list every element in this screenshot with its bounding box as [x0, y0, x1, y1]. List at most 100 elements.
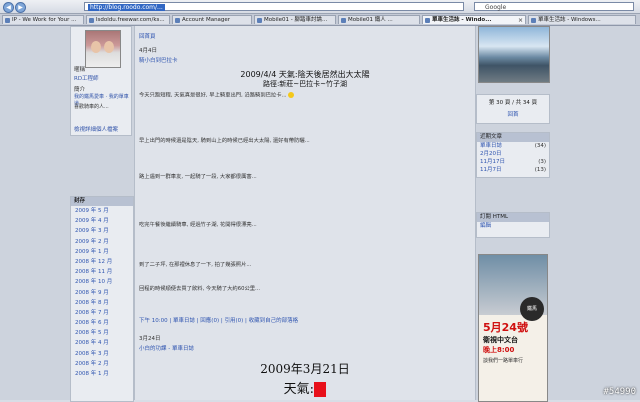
ad-channel: 衛視中文台 [483, 336, 518, 344]
post-paragraph: 回程的時候順便去買了飲料, 今天騎了大約60公里... [139, 286, 261, 292]
archive-item[interactable]: 2008 年 7 月 [71, 308, 133, 318]
profile-intro: 喜歡騎車的人... [74, 104, 109, 110]
home-link-right[interactable]: 回首 [477, 106, 549, 118]
recent-label: 單車日誌 [480, 143, 503, 149]
recent-label: 2月20日 [480, 151, 502, 157]
tab-3[interactable]: Account Manager [172, 15, 252, 24]
recent-count: (13) [534, 167, 546, 173]
watermark: #54990 [603, 387, 636, 397]
tab-7[interactable]: 單車生活誌 - Windows... [528, 15, 636, 24]
weather-highlight: ■ [314, 382, 327, 397]
archive-item[interactable]: 2008 年 1 月 [71, 369, 133, 379]
tv-ad-banner[interactable]: 鐵馬 5月24號 衛視中文台 晚上8:00 談我們一路單車行 [478, 254, 548, 402]
profile-photo[interactable] [85, 30, 121, 68]
weather-label: 天氣: [283, 382, 315, 397]
tab-5[interactable]: Mobile01 鐵人 ... [338, 15, 420, 24]
friends-title: 簡介 [74, 87, 86, 93]
post-route: 路徑:新莊~巴拉卡~竹子湖 [262, 80, 348, 88]
archive-item[interactable]: 2008 年 12 月 [71, 257, 133, 267]
back-button[interactable]: ◀ [3, 2, 14, 13]
post2-date: 3月24日 [139, 336, 161, 342]
pager-box: 第 30 頁 / 共 34 頁 回首 [476, 94, 550, 124]
recent-label: 11月17日 [480, 159, 505, 165]
favicon-icon [425, 18, 430, 23]
archive-item[interactable]: 2009 年 5 月 [71, 206, 133, 216]
smiley-icon [288, 92, 295, 98]
archive-item[interactable]: 2008 年 3 月 [71, 349, 133, 359]
recent-item[interactable]: 單車日誌 (34) [477, 142, 549, 150]
post2-sublink[interactable]: 小白的功課 - 單車日誌 [139, 344, 194, 352]
post-date: 4月4日 [139, 48, 157, 54]
recent-item[interactable]: 2月20日 [477, 150, 549, 158]
paragraph-text: 今天只跑短程, 天氣真是很好, 早上騎車出門, 沿路騎到巴拉卡... [139, 92, 287, 99]
favicon-icon [89, 18, 94, 23]
archive-item[interactable]: 2008 年 2 月 [71, 359, 133, 369]
archive-item[interactable]: 2008 年 11 月 [71, 267, 133, 277]
home-link[interactable]: 回首頁 [139, 32, 156, 40]
archive-item[interactable]: 2008 年 10 月 [71, 277, 133, 287]
archive-box: 封存 2009 年 5 月 2009 年 4 月 2009 年 3 月 2009… [70, 196, 134, 402]
archive-title: 封存 [71, 197, 133, 206]
recent-count: (3) [538, 159, 546, 165]
tab-label: Mobile01 - 腳踏車討論... [264, 17, 328, 23]
archive-list: 2009 年 5 月 2009 年 4 月 2009 年 3 月 2009 年 … [71, 206, 133, 379]
profile-name: 暱稱 [74, 67, 86, 73]
post-paragraph: 今天只跑短程, 天氣真是很好, 早上騎車出門, 沿路騎到巴拉卡... [139, 92, 469, 99]
archive-item[interactable]: 2009 年 1 月 [71, 247, 133, 257]
archive-item[interactable]: 2008 年 9 月 [71, 288, 133, 298]
archive-item[interactable]: 2008 年 4 月 [71, 338, 133, 348]
ad-tagline: 談我們一路單車行 [483, 358, 524, 364]
recent-count: (34) [534, 143, 546, 149]
tab-label: 單車生活誌 - Windo... [432, 17, 492, 23]
favicon-icon [531, 18, 536, 23]
archive-item[interactable]: 2009 年 3 月 [71, 226, 133, 236]
close-icon[interactable]: × [518, 16, 523, 24]
archive-item[interactable]: 2009 年 4 月 [71, 216, 133, 226]
favicon-icon [257, 18, 262, 23]
tab-1[interactable]: IP - We Work for Your ... [2, 15, 84, 24]
post-paragraph: 到了二子坪, 在那裡休息了一下, 拍了幾張照片... [139, 262, 252, 268]
page-content: 暱稱 RD工程師 簡介 我的鐵馬愛車 · 我的單車道 喜歡騎車的人... 檢視詳… [0, 26, 640, 402]
post2-weather: 天氣:■ [135, 378, 475, 397]
recent-item[interactable]: 11月17日 (3) [477, 158, 549, 166]
main-column: 回首頁 4月4日 騎小白到巴拉卡 2009/4/4 天氣:陰天後居然出大太陽 路… [134, 26, 476, 400]
search-input[interactable]: Google [474, 2, 634, 11]
tab-label: 單車生活誌 - Windows... [538, 17, 601, 23]
browser-toolbar: ◀ ▶ http://blog.roodo.com/... Google [0, 0, 640, 14]
recent-item[interactable]: 11月7日 (13) [477, 166, 549, 174]
address-text: http://blog.roodo.com/... [88, 4, 165, 11]
forward-button[interactable]: ▶ [15, 2, 26, 13]
more-profile-link[interactable]: 檢視詳細個人檔案 [74, 125, 118, 133]
archive-item[interactable]: 2009 年 2 月 [71, 237, 133, 247]
face-1 [91, 41, 101, 53]
favicon-icon [5, 18, 10, 23]
address-bar[interactable]: http://blog.roodo.com/... [84, 2, 464, 11]
profile-link[interactable]: RD工程師 [74, 74, 99, 82]
post-sublink[interactable]: 騎小白到巴拉卡 [139, 56, 178, 64]
tab-4[interactable]: Mobile01 - 腳踏車討論... [254, 15, 336, 24]
tab-2[interactable]: lsdoldu.freewar.com/ks... [86, 15, 170, 24]
tab-label: lsdoldu.freewar.com/ks... [96, 17, 165, 23]
post-paragraph: 吃完午餐後繼續騎車, 經過竹子湖, 花開得很漂亮... [139, 222, 257, 228]
archive-item[interactable]: 2008 年 5 月 [71, 328, 133, 338]
face-2 [104, 41, 114, 53]
rss-link[interactable]: 編輯 [477, 222, 549, 230]
pager-text: 第 30 頁 / 共 34 頁 [488, 100, 538, 106]
recent-title: 近期文章 [477, 133, 549, 142]
tab-bar: IP - We Work for Your ... lsdoldu.freewa… [0, 14, 640, 26]
recent-posts-box: 近期文章 單車日誌 (34) 2月20日 11月17日 (3) 11月7日 (13) [476, 132, 550, 178]
tab-label: Account Manager [182, 17, 231, 23]
post-paragraph: 早上出門的時候還是陰天, 騎到山上的時候已經出大太陽, 還好有帶防曬... [139, 138, 310, 144]
archive-item[interactable]: 2008 年 6 月 [71, 318, 133, 328]
post-footer[interactable]: 下午 10:00 | 單車日誌 | 回應(0) | 引用(0) | 收藏到自己的… [139, 316, 298, 324]
archive-item[interactable]: 2008 年 8 月 [71, 298, 133, 308]
post2-title: 2009年3月21日 [260, 362, 350, 376]
rss-box: 訂閱 HTML 編輯 [476, 212, 550, 238]
favicon-icon [341, 18, 346, 23]
ad-time: 晚上8:00 [483, 346, 515, 354]
header-photo[interactable] [478, 26, 550, 83]
tab-label: Mobile01 鐵人 ... [348, 17, 393, 23]
tab-6[interactable]: 單車生活誌 - Windo... × [422, 15, 526, 24]
tab-label: IP - We Work for Your ... [12, 17, 77, 23]
profile-box: 暱稱 RD工程師 簡介 我的鐵馬愛車 · 我的單車道 喜歡騎車的人... 檢視詳… [70, 26, 132, 136]
